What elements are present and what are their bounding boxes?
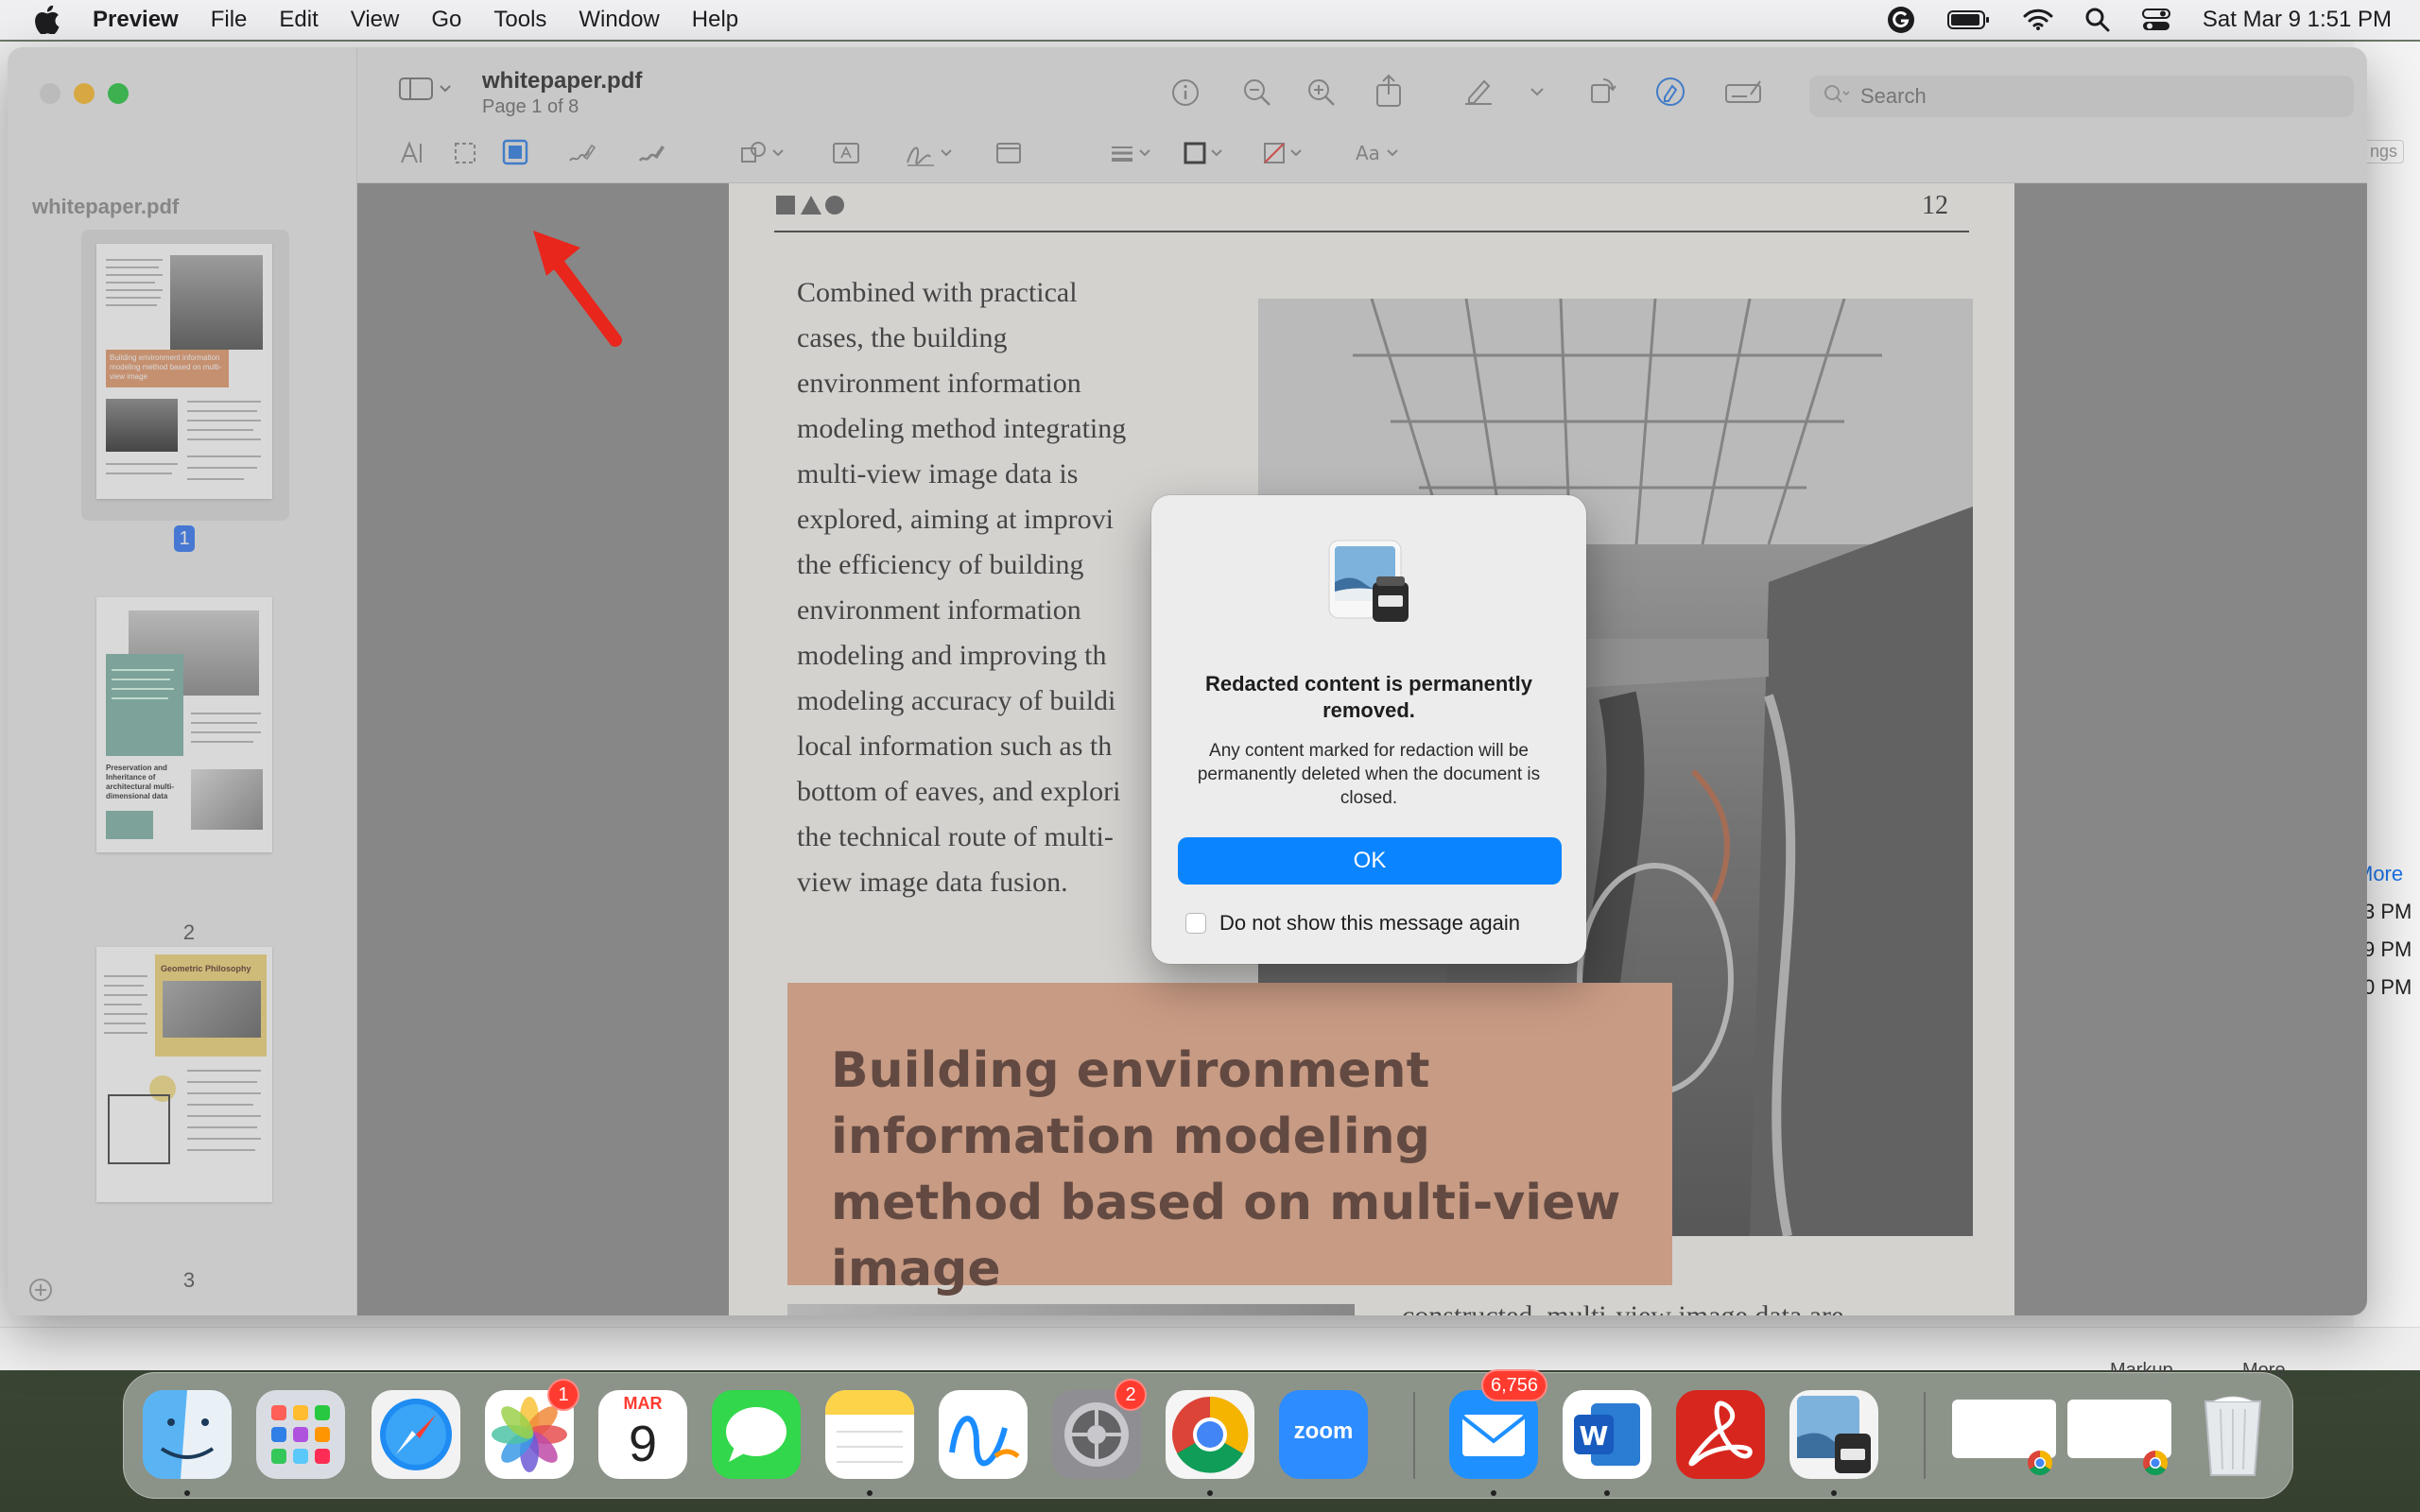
menu-view[interactable]: View: [351, 7, 400, 33]
menu-bar: Preview File Edit View Go Tools Window H…: [0, 0, 2420, 40]
apple-menu-icon[interactable]: [34, 6, 60, 34]
microsoft-word-icon[interactable]: W: [1563, 1390, 1651, 1479]
chrome-icon[interactable]: [1166, 1390, 1254, 1479]
control-center-icon[interactable]: [2141, 8, 2170, 32]
mail-badge: 6,756: [1481, 1369, 1548, 1401]
preview-app-icon: [1323, 537, 1414, 627]
calendar-month: MAR: [623, 1394, 663, 1413]
launchpad-icon[interactable]: [256, 1390, 345, 1479]
messages-icon[interactable]: [712, 1390, 801, 1479]
do-not-show-again-label[interactable]: Do not show this message again: [1219, 911, 1520, 936]
menu-edit[interactable]: Edit: [279, 7, 318, 33]
mail-icon[interactable]: [1449, 1390, 1538, 1479]
grammarly-icon[interactable]: [1887, 6, 1915, 34]
dock: 1 MAR 9 2 zoom 6,756 W: [123, 1369, 2293, 1499]
chrome-badge-icon: [2141, 1449, 2169, 1482]
safari-icon[interactable]: [372, 1390, 460, 1479]
dialog-title: Redacted content is permanently removed.: [1205, 672, 1532, 722]
spotlight-search-icon[interactable]: [2085, 8, 2110, 32]
background-bottom-bar: [0, 1327, 2420, 1370]
freeform-icon[interactable]: [939, 1390, 1028, 1479]
finder-icon[interactable]: [143, 1390, 232, 1479]
notes-icon[interactable]: [825, 1390, 914, 1479]
redaction-alert-dialog: Redacted content is permanently removed.…: [1151, 495, 1586, 964]
svg-text:W: W: [1580, 1420, 1609, 1452]
menu-file[interactable]: File: [211, 7, 248, 33]
calendar-icon[interactable]: MAR 9: [598, 1390, 687, 1479]
background-time-2: 9 PM: [2363, 937, 2412, 961]
zoom-app-label: zoom: [1293, 1418, 1354, 1444]
do-not-show-again-checkbox[interactable]: [1185, 913, 1206, 934]
preview-window: whitepaper.pdf Building environment info…: [8, 47, 2367, 1315]
menu-window[interactable]: Window: [579, 7, 659, 33]
dialog-message: Any content marked for redaction will be…: [1197, 741, 1541, 808]
settings-badge: 2: [1115, 1379, 1147, 1411]
preview-dock-icon[interactable]: [1789, 1390, 1878, 1479]
ok-button[interactable]: OK: [1178, 837, 1562, 885]
do-not-show-again-row[interactable]: Do not show this message again: [1185, 911, 1520, 936]
photos-badge: 1: [547, 1379, 579, 1411]
calendar-day: 9: [628, 1416, 658, 1472]
trash-icon[interactable]: [2188, 1390, 2277, 1479]
chrome-badge-icon: [2026, 1449, 2054, 1482]
background-tab-label: ngs: [2363, 140, 2405, 163]
menu-tools[interactable]: Tools: [493, 7, 546, 33]
menubar-clock[interactable]: Sat Mar 9 1:51 PM: [2203, 7, 2392, 33]
menu-go[interactable]: Go: [431, 7, 461, 33]
background-time-3: 0 PM: [2363, 975, 2412, 999]
background-time-1: 3 PM: [2363, 900, 2412, 923]
zoom-app-icon[interactable]: zoom: [1279, 1390, 1368, 1479]
menu-app-name[interactable]: Preview: [93, 7, 179, 33]
red-arrow-annotation: [533, 231, 622, 347]
menu-help[interactable]: Help: [692, 7, 738, 33]
battery-icon[interactable]: [1946, 9, 1991, 31]
wifi-icon[interactable]: [2023, 9, 2053, 31]
acrobat-reader-icon[interactable]: [1676, 1390, 1765, 1479]
